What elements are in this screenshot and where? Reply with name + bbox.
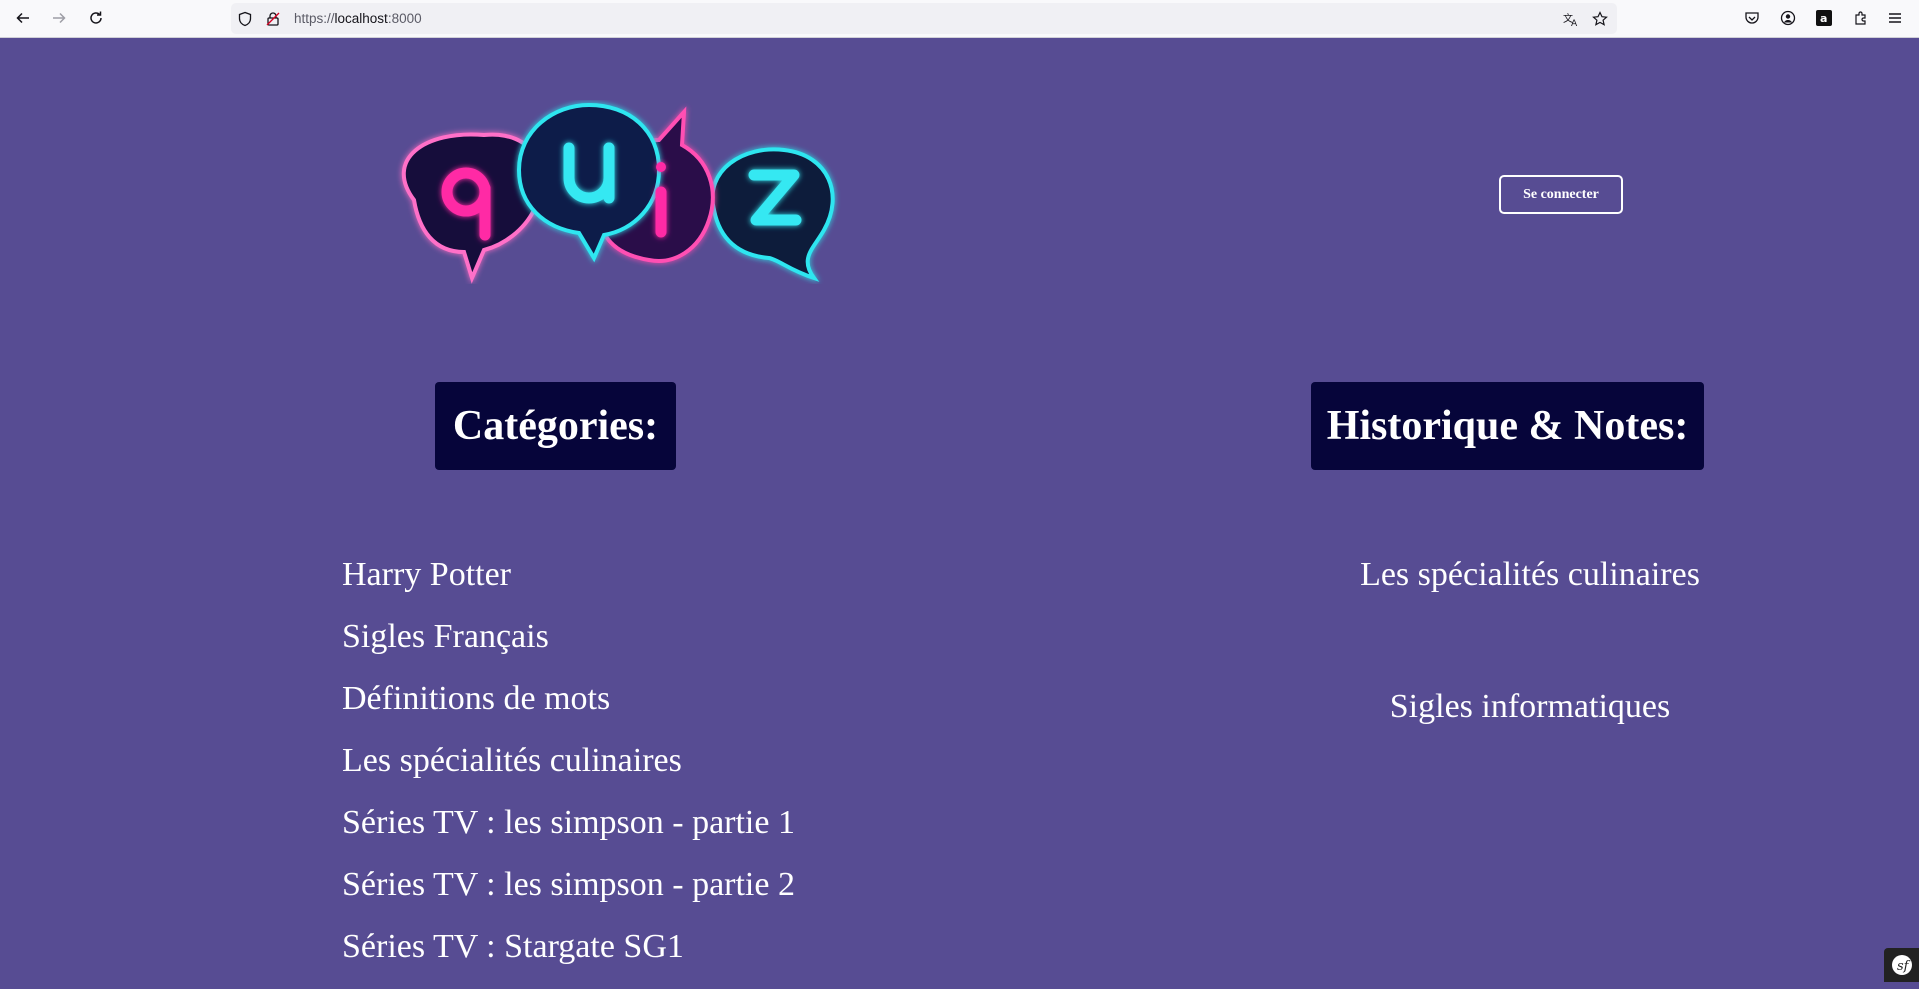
history-heading: Historique & Notes:	[1311, 382, 1704, 470]
url-port: :8000	[387, 11, 422, 26]
extensions-button[interactable]	[1849, 6, 1873, 30]
category-list: Harry Potter Sigles Français Définitions…	[342, 555, 795, 989]
menu-icon	[1889, 13, 1901, 23]
bookmark-star-icon[interactable]	[1591, 10, 1609, 28]
url-scheme: https://	[294, 11, 335, 26]
amazon-icon: a	[1816, 10, 1832, 26]
reload-button[interactable]	[84, 6, 108, 30]
login-button[interactable]: Se connecter	[1499, 175, 1623, 214]
categories-heading: Catégories:	[435, 382, 676, 470]
amazon-button[interactable]: a	[1812, 6, 1836, 30]
logo-text: quiz	[374, 100, 376, 101]
category-item[interactable]: Sigles Français	[342, 617, 795, 679]
reload-icon	[90, 11, 102, 24]
svg-text:A: A	[1571, 19, 1578, 27]
svg-text:a: a	[1820, 12, 1827, 25]
category-item[interactable]: Séries TV : Stargate SG1	[342, 927, 795, 989]
category-item[interactable]: Harry Potter	[342, 555, 795, 617]
account-button[interactable]	[1776, 6, 1800, 30]
account-icon	[1780, 10, 1796, 26]
lock-icon[interactable]	[264, 10, 282, 28]
back-button[interactable]	[11, 6, 35, 30]
back-icon	[16, 12, 29, 24]
url-text[interactable]: https://localhost:8000	[294, 11, 422, 26]
history-item[interactable]: Les spécialités culinaires	[1310, 555, 1750, 687]
quiz-logo[interactable]: quiz	[374, 100, 848, 284]
category-item[interactable]: Séries TV : les simpson - partie 1	[342, 803, 795, 865]
forward-button[interactable]	[47, 6, 71, 30]
symfony-icon: sf	[1891, 955, 1912, 975]
browser-toolbar: https://localhost:8000 文A a	[0, 0, 1919, 38]
extensions-icon	[1855, 11, 1866, 25]
category-item[interactable]: Définitions de mots	[342, 679, 795, 741]
history-list: Les spécialités culinaires Sigles inform…	[1310, 555, 1750, 819]
category-item[interactable]: Séries TV : les simpson - partie 2	[342, 865, 795, 927]
category-item[interactable]: Les spécialités culinaires	[342, 741, 795, 803]
pocket-button[interactable]	[1740, 6, 1764, 30]
menu-button[interactable]	[1883, 6, 1907, 30]
translate-icon[interactable]: 文A	[1562, 10, 1580, 28]
url-host: localhost	[334, 11, 388, 26]
url-bar[interactable]: https://localhost:8000 文A	[231, 3, 1617, 34]
pocket-icon	[1745, 12, 1759, 24]
symfony-toolbar-button[interactable]: sf	[1884, 948, 1919, 982]
bubble-z	[710, 147, 835, 282]
history-item[interactable]: Sigles informatiques	[1310, 687, 1750, 819]
shield-icon[interactable]	[236, 10, 254, 28]
forward-icon	[53, 12, 66, 24]
